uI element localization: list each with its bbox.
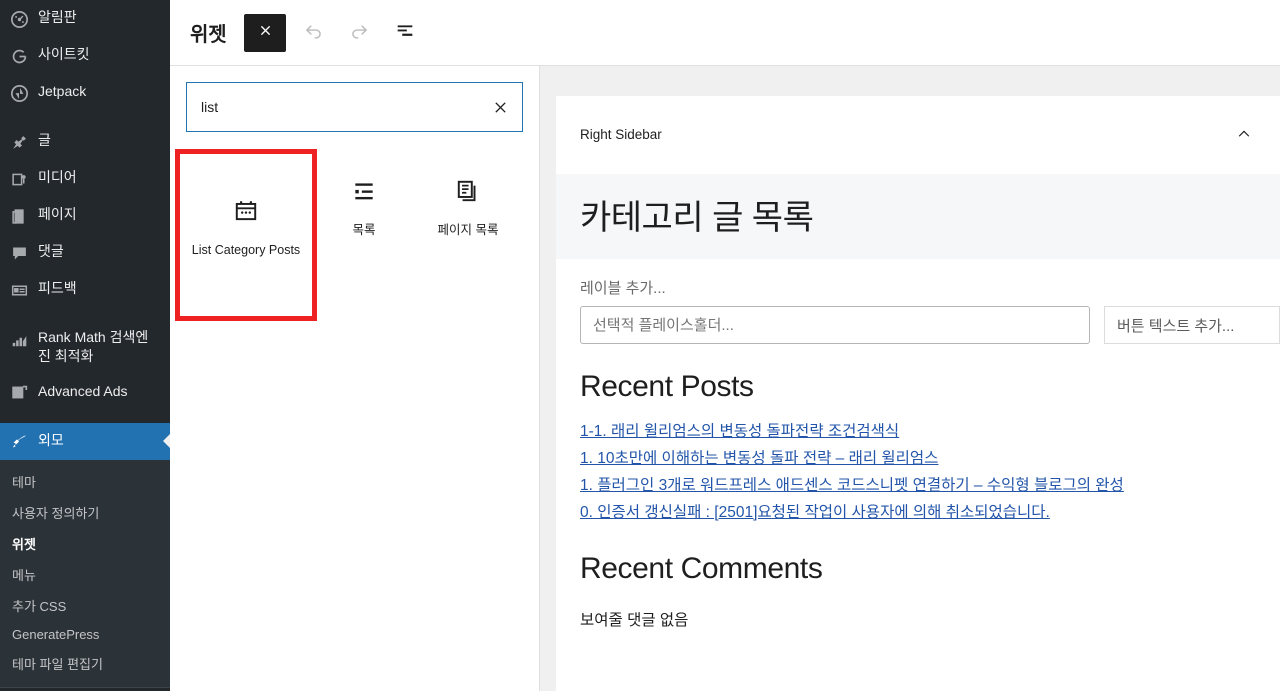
chevron-up-icon[interactable] (1232, 122, 1256, 146)
sidebar-item-jetpack[interactable]: Jetpack (0, 74, 170, 111)
pages-icon (9, 206, 29, 226)
block-item-list-category-posts[interactable]: List Category Posts (175, 149, 317, 321)
sidebar-item-label: Advanced Ads (38, 382, 128, 399)
undo-button[interactable] (294, 14, 332, 52)
jetpack-icon (9, 83, 29, 103)
list-item[interactable]: 1. 플러그인 3개로 워드프레스 애드센스 코드스니펫 연결하기 – 수익형 … (580, 472, 1256, 499)
no-comments-text: 보여줄 댓글 없음 (580, 612, 689, 629)
feedback-icon (9, 280, 29, 300)
block-item-page-list[interactable]: 페이지 목록 (416, 154, 520, 250)
bullet-list-icon (351, 176, 377, 206)
list-item[interactable]: 1. 10초만에 이해하는 변동성 돌파 전략 – 래리 윌리엄스 (580, 445, 1256, 472)
appearance-brush-icon (9, 432, 29, 452)
block-item-list[interactable]: 목록 (312, 154, 416, 250)
submenu-item-generatepress[interactable]: GeneratePress (0, 621, 170, 648)
close-button[interactable] (244, 13, 287, 52)
block-item-label: 목록 (352, 223, 376, 237)
undo-icon (303, 20, 324, 46)
sidebar-item-advanced-ads[interactable]: Advanced Ads (0, 374, 170, 411)
search-input[interactable] (201, 99, 482, 115)
placeholder-input[interactable] (580, 306, 1090, 344)
dashboard-icon (9, 9, 29, 29)
sidebar-item-appearance[interactable]: 외모 (0, 422, 170, 460)
widgets-editor-screen: 알림판 사이트킷 Jetpack 글 미디어 페이지 댓글 피드백 Rank M… (0, 0, 1280, 691)
clear-search-icon[interactable] (488, 95, 512, 119)
editor-body: List Category Posts 목록 (170, 66, 1280, 691)
block-item-label: 페이지 목록 (437, 223, 499, 237)
sidebar-item-label: 글 (38, 132, 51, 148)
redo-button[interactable] (340, 14, 378, 52)
search-field[interactable] (186, 82, 523, 132)
submenu-item-customize[interactable]: 사용자 정의하기 (0, 497, 170, 528)
rankmath-icon (9, 329, 29, 349)
submenu-item-themes[interactable]: 테마 (0, 466, 170, 497)
sidebar-item-pages[interactable]: 페이지 (0, 197, 170, 234)
widget-heading[interactable]: 카테고리 글 목록 (556, 174, 1280, 259)
sidebar-item-plugins[interactable]: 플러그인 (0, 686, 170, 691)
widget-blocks: 카테고리 글 목록 레이블 추가... 버튼 텍스트 추가... Recent … (556, 174, 1280, 630)
calendar-icon (233, 196, 259, 226)
list-item[interactable]: 0. 인증서 갱신실패 : [2501]요청된 작업이 사용자에 의해 취소되었… (580, 499, 1256, 526)
sidebar-item-label: 알림판 (38, 9, 77, 25)
submenu-item-menus[interactable]: 메뉴 (0, 559, 170, 590)
sidebar-item-label: 외모 (38, 431, 64, 448)
sidebar-item-comments[interactable]: 댓글 (0, 234, 170, 271)
submenu-item-widgets[interactable]: 위젯 (0, 528, 170, 559)
sidebar-item-label: 미디어 (38, 169, 77, 185)
block-item-label: List Category Posts (191, 243, 301, 257)
sidebar-item-sitekit[interactable]: 사이트킷 (0, 37, 170, 74)
search-block-row: 버튼 텍스트 추가... (556, 298, 1280, 344)
search-wrapper (170, 66, 539, 132)
widget-area-header: Right Sidebar (556, 96, 1280, 146)
widget-canvas: Right Sidebar 카테고리 글 목록 레이블 추가... 버튼 텍스트… (556, 96, 1280, 691)
list-view-icon (394, 19, 416, 46)
editor-toolbar: 위젯 (170, 0, 1280, 66)
recent-posts-list: 1-1. 래리 윌리엄스의 변동성 돌파전략 조건검색식 1. 10초만에 이해… (556, 404, 1280, 526)
widgets-editor: 위젯 list List Category Posts 목록 페이지 목록 Ri… (170, 0, 1280, 691)
google-g-icon (9, 46, 29, 66)
sidebar-item-feedback[interactable]: 피드백 (0, 271, 170, 308)
ads-icon (9, 383, 29, 403)
pin-icon (9, 132, 29, 152)
submenu-item-additional-css[interactable]: 추가 CSS (0, 590, 170, 621)
appearance-submenu: 테마 사용자 정의하기 위젯 메뉴 추가 CSS GeneratePress 테… (0, 459, 170, 687)
close-icon (258, 23, 273, 43)
sidebar-item-posts[interactable]: 글 (0, 123, 170, 160)
add-button-text-button[interactable]: 버튼 텍스트 추가... (1104, 306, 1280, 344)
sidebar-item-label: Jetpack (38, 83, 87, 99)
sidebar-item-label: 페이지 (38, 206, 77, 222)
page-list-icon (455, 176, 481, 206)
sidebar-item-media[interactable]: 미디어 (0, 160, 170, 197)
list-item[interactable]: 1-1. 래리 윌리엄스의 변동성 돌파전략 조건검색식 (580, 418, 1256, 445)
comment-icon (9, 243, 29, 263)
submenu-item-theme-file-editor[interactable]: 테마 파일 편집기 (0, 648, 170, 679)
block-results-grid: List Category Posts 목록 페이지 목록 (170, 132, 539, 321)
preview-canvas-area: Right Sidebar 카테고리 글 목록 레이블 추가... 버튼 텍스트… (540, 66, 1280, 691)
sidebar-item-label: 사이트킷 (38, 46, 90, 62)
sidebar-item-label: 피드백 (38, 280, 77, 296)
list-view-button[interactable] (386, 14, 424, 52)
page-title: 위젯 (190, 24, 227, 46)
search-label[interactable]: 레이블 추가... (556, 259, 1280, 298)
sidebar-item-label: 댓글 (38, 243, 64, 259)
sidebar-item-label: Rank Math 검색엔진 최적화 (38, 329, 149, 364)
block-inserter-panel: List Category Posts 목록 (170, 66, 540, 691)
recent-comments-title[interactable]: Recent Comments (556, 526, 1280, 586)
widget-area-name: Right Sidebar (580, 126, 662, 142)
media-icon (9, 169, 29, 189)
recent-posts-title[interactable]: Recent Posts (556, 344, 1280, 404)
sidebar-item-dashboard[interactable]: 알림판 (0, 0, 170, 37)
redo-icon (349, 20, 370, 46)
admin-sidebar: 알림판 사이트킷 Jetpack 글 미디어 페이지 댓글 피드백 Rank M… (0, 0, 170, 691)
sidebar-item-rank-math[interactable]: Rank Math 검색엔진 최적화 (0, 320, 170, 374)
